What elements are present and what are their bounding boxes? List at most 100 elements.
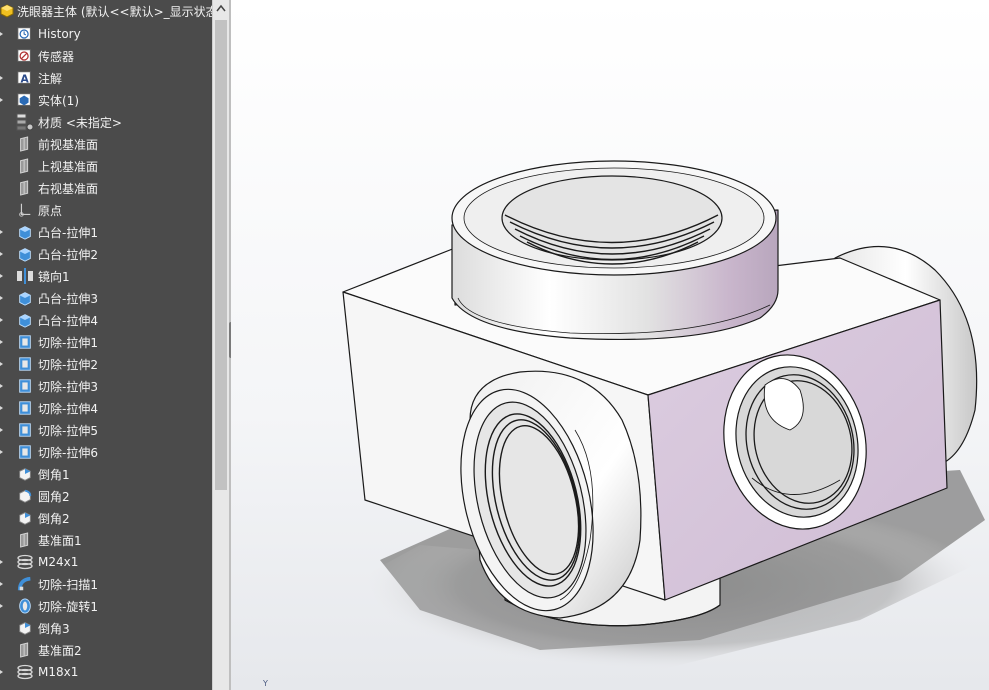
- tree-item[interactable]: 倒角2: [0, 507, 212, 529]
- tree-item[interactable]: 切除-拉伸3: [0, 375, 212, 397]
- cut-extrude-icon: [16, 399, 34, 417]
- tree-item-label: M24x1: [38, 555, 79, 569]
- material-icon: [16, 113, 34, 131]
- mirror-icon: [16, 267, 34, 285]
- tree-item[interactable]: 凸台-拉伸3: [0, 287, 212, 309]
- tree-item[interactable]: M24x1: [0, 551, 212, 573]
- tree-item[interactable]: 原点: [0, 199, 212, 221]
- tree-item[interactable]: 前视基准面: [0, 133, 212, 155]
- tree-item[interactable]: 右视基准面: [0, 177, 212, 199]
- tree-item-label: 切除-扫描1: [38, 577, 98, 592]
- tree-item[interactable]: 圆角2: [0, 485, 212, 507]
- tree-item[interactable]: 切除-扫描1: [0, 573, 212, 595]
- plane-icon: [16, 135, 34, 153]
- tree-item[interactable]: 上视基准面: [0, 155, 212, 177]
- expand-arrow-icon[interactable]: [0, 89, 6, 111]
- tree-item-label: 凸台-拉伸1: [38, 225, 98, 240]
- expand-arrow-icon[interactable]: [0, 67, 6, 89]
- tree-item[interactable]: 基准面2: [0, 639, 212, 661]
- expand-arrow-icon[interactable]: [0, 375, 6, 397]
- chamfer-icon: [16, 509, 34, 527]
- 3d-model-view[interactable]: [231, 0, 989, 690]
- part-icon: [0, 4, 14, 18]
- expand-arrow-icon[interactable]: [0, 221, 6, 243]
- expand-arrow-icon[interactable]: [0, 661, 6, 683]
- tree-item[interactable]: 实体(1): [0, 89, 212, 111]
- expand-arrow-icon[interactable]: [0, 23, 6, 45]
- tree-item-label: 切除-拉伸2: [38, 357, 98, 372]
- graphics-viewport[interactable]: [231, 0, 989, 690]
- tree-item-label: 前视基准面: [38, 137, 99, 152]
- tree-item-label: 凸台-拉伸4: [38, 313, 98, 328]
- expand-arrow-icon[interactable]: [0, 309, 6, 331]
- tree-item[interactable]: 凸台-拉伸4: [0, 309, 212, 331]
- tree-item-label: 基准面1: [38, 533, 82, 548]
- helix-icon: [16, 553, 34, 571]
- tree-scrollbar[interactable]: [212, 0, 230, 690]
- svg-text:A: A: [21, 72, 30, 85]
- tree-item[interactable]: 切除-拉伸6: [0, 441, 212, 463]
- tree-item-label: M18x1: [38, 665, 79, 679]
- tree-item-label: 切除-拉伸3: [38, 379, 98, 394]
- tree-item-label: 实体(1): [38, 93, 79, 108]
- tree-item-label: 切除-拉伸5: [38, 423, 98, 438]
- expand-arrow-icon[interactable]: [0, 551, 6, 573]
- expand-arrow-icon[interactable]: [0, 397, 6, 419]
- tree-item[interactable]: 传感器: [0, 45, 212, 67]
- expand-arrow-icon[interactable]: [0, 287, 6, 309]
- part-root-node[interactable]: 洗眼器主体 (默认<<默认>_显示状态: [0, 0, 212, 22]
- expand-arrow-icon[interactable]: [0, 353, 6, 375]
- tree-item-label: 原点: [38, 203, 63, 218]
- plane-icon: [16, 179, 34, 197]
- tree-item[interactable]: 镜向1: [0, 265, 212, 287]
- tree-item[interactable]: 凸台-拉伸2: [0, 243, 212, 265]
- plane-icon: [16, 531, 34, 549]
- tree-item[interactable]: 切除-旋转1: [0, 595, 212, 617]
- expand-arrow-icon[interactable]: [0, 573, 6, 595]
- tree-item-label: 镜向1: [38, 269, 70, 284]
- expand-arrow-icon[interactable]: [0, 595, 6, 617]
- boss-extrude-icon: [16, 223, 34, 241]
- expand-arrow-icon[interactable]: [0, 265, 6, 287]
- annotation-icon: A: [16, 69, 34, 87]
- boss-extrude-icon: [16, 245, 34, 263]
- fillet-icon: [16, 487, 34, 505]
- expand-arrow-icon[interactable]: [0, 441, 6, 463]
- tree-item[interactable]: 材质 <未指定>: [0, 111, 212, 133]
- tree-item-label: 倒角1: [38, 467, 70, 482]
- tree-item[interactable]: 切除-拉伸1: [0, 331, 212, 353]
- tree-item-label: 倒角2: [38, 511, 70, 526]
- tree-item-label: 圆角2: [38, 489, 70, 504]
- tree-item[interactable]: 凸台-拉伸1: [0, 221, 212, 243]
- tree-item-label: 右视基准面: [38, 181, 99, 196]
- tree-item-label: 切除-拉伸6: [38, 445, 98, 460]
- tree-item[interactable]: 基准面1: [0, 529, 212, 551]
- tree-item[interactable]: M18x1: [0, 661, 212, 683]
- tree-item[interactable]: 切除-拉伸2: [0, 353, 212, 375]
- tree-item[interactable]: A 注解: [0, 67, 212, 89]
- expand-arrow-icon[interactable]: [0, 331, 6, 353]
- tree-item-label: 凸台-拉伸2: [38, 247, 98, 262]
- tree-item[interactable]: 倒角3: [0, 617, 212, 639]
- tree-item-label: 倒角3: [38, 621, 70, 636]
- tree-item[interactable]: 切除-拉伸5: [0, 419, 212, 441]
- plane-icon: [16, 641, 34, 659]
- tree-item[interactable]: 倒角1: [0, 463, 212, 485]
- tree-item[interactable]: 切除-拉伸4: [0, 397, 212, 419]
- cut-revolve-icon: [16, 597, 34, 615]
- chamfer-icon: [16, 465, 34, 483]
- scroll-up-icon[interactable]: [216, 4, 226, 12]
- plane-icon: [16, 157, 34, 175]
- cut-extrude-icon: [16, 355, 34, 373]
- tree-item[interactable]: History: [0, 23, 212, 45]
- tree-item-label: 材质 <未指定>: [38, 115, 122, 130]
- tree-item-label: 基准面2: [38, 643, 82, 658]
- expand-arrow-icon[interactable]: [0, 419, 6, 441]
- tree-item-label: 上视基准面: [38, 159, 99, 174]
- tree-item-label: 切除-旋转1: [38, 599, 98, 614]
- feature-manager-tree: 洗眼器主体 (默认<<默认>_显示状态 History 传感器 A 注解实体(1) 材质…: [0, 0, 212, 690]
- expand-arrow-icon[interactable]: [0, 243, 6, 265]
- origin-icon: [16, 201, 34, 219]
- tree-item-label: 凸台-拉伸3: [38, 291, 98, 306]
- scrollbar-thumb[interactable]: [215, 20, 227, 490]
